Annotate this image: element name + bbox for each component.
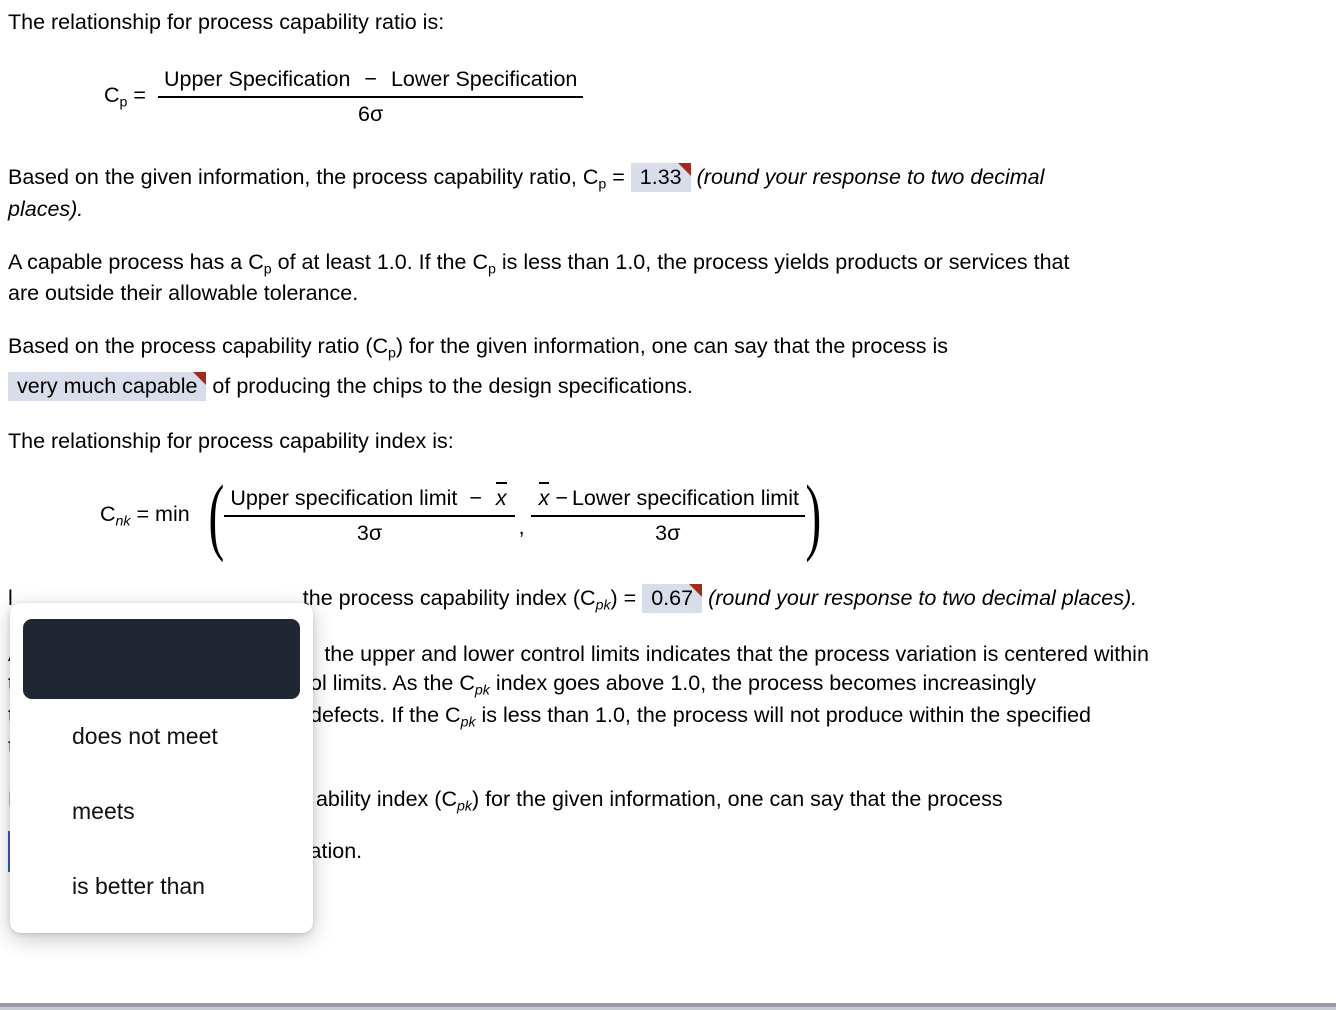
dropdown-option-meets[interactable]: meets	[10, 774, 313, 849]
cp-conclusion-text-b: ) for the given information, one can say…	[395, 334, 949, 359]
cp-relationship-text: The relationship for process capability …	[8, 10, 445, 34]
dropdown-option-label: does not meet	[72, 722, 218, 749]
cpk-left-paren: (	[208, 467, 224, 564]
cp-conclusion-text-a: Based on the process capability ratio (C	[8, 334, 389, 359]
cp-answer-hint-line2: places).	[8, 196, 84, 221]
dropdown-option-is-better-than[interactable]: is better than	[10, 849, 313, 924]
cpk-answer-hint: (round your response to two decimal plac…	[708, 586, 1138, 611]
answer-corner-marker-icon	[689, 584, 703, 598]
cpk-explain-sub-3: pk	[460, 714, 476, 731]
capable-sub-1: p	[263, 261, 272, 278]
question-page: The relationship for process capability …	[0, 0, 1336, 1010]
cp-relationship-heading: The relationship for process capability …	[8, 8, 1328, 37]
cp-answer-equals: =	[606, 165, 631, 190]
cpk-conclusion-text-b: ) for the given information, one can say…	[471, 787, 1003, 812]
cpk-explain-line2-a: ol limits. As the C	[309, 670, 475, 695]
cpk-explain-line1: the upper and lower control limits indic…	[318, 641, 1149, 666]
cp-answer-box[interactable]: 1.33	[630, 163, 691, 193]
cpk-denominator-2: 3σ	[655, 521, 681, 546]
cpk-relationship-text: The relationship for process capability …	[8, 429, 454, 454]
cp-minus-sign: −	[364, 67, 377, 92]
cp-answer-hint: (round your response to two decimal	[696, 165, 1045, 190]
cp-numerator: Upper Specification − Lower Specificatio…	[157, 65, 584, 99]
cp-equals: =	[133, 83, 146, 108]
cp-conclusion-text-c: of producing the chips to the design spe…	[206, 374, 693, 399]
cpk-upper-spec-limit: Upper specification limit	[230, 486, 458, 511]
cpk-answer-subscript: pk	[595, 597, 611, 614]
cpk-minus-2: −	[555, 486, 568, 511]
cpk-explain-line3-b: is less than 1.0, the process will not p…	[475, 702, 1092, 727]
cpk-answer-equals: ) =	[610, 586, 643, 611]
cpk-answer-value: 0.67	[651, 586, 694, 611]
cpk-xbar-1: x	[494, 481, 509, 513]
cp-conclusion-answer-value: very much capable	[17, 374, 198, 399]
cpk-fraction-2: x − Lower specification limit 3σ	[530, 481, 805, 548]
cpk-right-paren: )	[805, 467, 822, 564]
dropdown-option-selected-blank[interactable]	[23, 619, 300, 699]
answer-corner-marker-icon	[677, 163, 691, 177]
cp-formula-lhs: Cp =	[104, 81, 158, 113]
cpk-min-operator: = min	[136, 502, 190, 527]
cpk-symbol: C	[100, 502, 116, 527]
cp-subscript: p	[119, 94, 128, 111]
cp-answer-prefix: Based on the given information, the proc…	[8, 165, 599, 190]
cpk-conclusion-sub: pk	[456, 798, 472, 815]
cp-answer-value: 1.33	[639, 165, 682, 190]
cp-conclusion-sub: p	[388, 345, 396, 362]
cpk-subscript: nk	[115, 513, 131, 530]
capable-text-c: is less than 1.0, the process yields pro…	[495, 249, 1070, 274]
cpk-explain-line2-b: index goes above 1.0, the process become…	[489, 670, 1037, 695]
dropdown-option-label: meets	[72, 797, 135, 824]
cp-formula: Cp = Upper Specification − Lower Specifi…	[104, 65, 1328, 129]
cp-fraction: Upper Specification − Lower Specificatio…	[157, 65, 584, 129]
cp-denominator: 6σ	[358, 102, 384, 127]
answer-corner-marker-icon	[193, 372, 207, 386]
cpk-numerator-2: x − Lower specification limit	[530, 481, 805, 518]
capable-text-line2: are outside their allowable tolerance.	[8, 281, 359, 306]
cpk-xbar-2: x	[537, 481, 552, 513]
cpk-lower-spec-limit: Lower specification limit	[571, 486, 799, 511]
cpk-formula-lhs: Cnk = min	[100, 500, 202, 532]
capable-process-paragraph: A capable process has a Cp of at least 1…	[8, 248, 1328, 309]
cpk-explain-sub-2: pk	[474, 682, 490, 699]
capable-sub-2: p	[487, 261, 496, 278]
cpk-denominator-1: 3σ	[356, 521, 383, 546]
capable-text-a: A capable process has a C	[8, 249, 264, 274]
cp-symbol: C	[104, 83, 120, 108]
cpk-formula: Cnk = min ( Upper specification limit − …	[100, 467, 1328, 564]
specification-dropdown-popup[interactable]: does not meet meets is better than	[10, 603, 313, 933]
cp-upper-spec: Upper Specification	[163, 67, 351, 92]
cp-answer-paragraph: Based on the given information, the proc…	[8, 163, 1328, 224]
dropdown-option-label: is better than	[72, 872, 205, 899]
cp-lower-spec: Lower Specification	[390, 67, 578, 92]
cpk-minus-1: −	[469, 486, 482, 511]
cpk-fraction-1: Upper specification limit − x 3σ	[224, 481, 515, 548]
cp-conclusion-answer-box[interactable]: very much capable	[8, 372, 207, 402]
cpk-explain-line3-a: defects. If the C	[309, 702, 461, 727]
cpk-conclusion-text-a: ability index (C	[315, 787, 457, 812]
cpk-answer-box[interactable]: 0.67	[642, 584, 703, 614]
cpk-numerator-1: Upper specification limit − x	[224, 481, 515, 518]
dropdown-option-does-not-meet[interactable]: does not meet	[10, 699, 313, 774]
cpk-relationship-heading: The relationship for process capability …	[8, 427, 1328, 456]
cpk-answer-text: the process capability index (C	[302, 586, 596, 611]
cpk-comma: ,	[518, 515, 525, 540]
cp-conclusion-paragraph: Based on the process capability ratio (C…	[8, 332, 1328, 402]
capable-text-b: of at least 1.0. If the C	[271, 249, 488, 274]
